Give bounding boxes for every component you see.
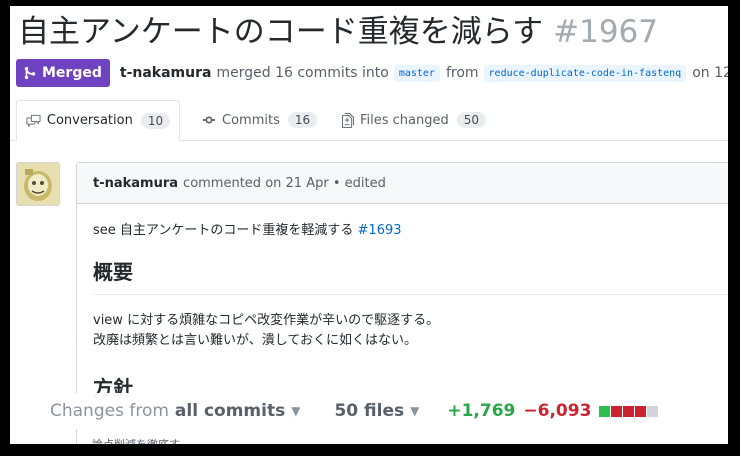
tab-conversation-label: Conversation: [46, 113, 133, 128]
pr-tabs: Conversation 10 Commits 16 Files changed…: [10, 100, 728, 141]
additions-count: +1,769: [447, 401, 516, 421]
pr-meta: Merged t-nakamura merged 16 commits into…: [16, 59, 728, 87]
comment-author-link[interactable]: t-nakamura: [93, 176, 178, 191]
caret-down-icon[interactable]: ▼: [291, 404, 300, 418]
merge-text-1: merged 16 commits into: [216, 65, 389, 81]
merged-label: Merged: [42, 65, 102, 81]
tab-files-label: Files changed: [360, 112, 449, 128]
pr-title: 自主アンケートのコード重複を減らす: [18, 14, 544, 50]
see-text: see 自主アンケートのコード重複を軽減する: [93, 223, 354, 238]
git-commit-icon: [202, 113, 216, 127]
diffstat-block: [599, 405, 611, 417]
issue-link[interactable]: #1693: [358, 223, 402, 238]
pr-number: #1967: [553, 14, 659, 50]
tab-conversation[interactable]: Conversation 10: [16, 100, 180, 141]
heading-overview: 概要: [93, 259, 728, 295]
comment-header: t-nakamura commented on 21 Apr • edited: [77, 163, 728, 204]
tab-files-changed[interactable]: Files changed 50: [342, 100, 487, 140]
avatar[interactable]: [16, 162, 60, 206]
page: 自主アンケートのコード重複を減らす #1967 Merged t-nakamura…: [10, 6, 728, 444]
diffstat-block: [611, 405, 623, 417]
pr-author-link[interactable]: t-nakamura: [120, 65, 212, 81]
diff-summary-bar: Changes from all commits ▼ 50 files ▼ +1…: [10, 393, 728, 429]
files-select[interactable]: 50 files: [334, 401, 404, 421]
merged-badge: Merged: [16, 59, 110, 87]
diffstat-block: [647, 405, 659, 417]
head-branch[interactable]: reduce-duplicate-code-in-fastenq: [483, 64, 687, 82]
see-line: see 自主アンケートのコード重複を軽減する #1693: [93, 221, 728, 241]
diffstat-block: [635, 405, 647, 417]
git-merge-icon: [24, 66, 36, 80]
diffstat-bar: [599, 405, 659, 417]
merge-text-2: from: [445, 65, 479, 81]
deletions-count: −6,093: [523, 401, 592, 421]
overview-line-2: 改廃は頻繁とは言い難いが、潰しておくに如くはない。: [93, 333, 417, 348]
pr-title-row: 自主アンケートのコード重複を減らす #1967: [18, 12, 658, 52]
overview-line-1: view に対する煩雑なコピペ改変作業が辛いので駆逐する。: [93, 313, 440, 328]
tab-files-count: 50: [456, 112, 487, 128]
commit-range-select[interactable]: all commits: [175, 401, 285, 421]
base-branch[interactable]: master: [393, 64, 440, 82]
comment-discussion-icon: [26, 114, 41, 128]
tab-commits-count: 16: [287, 112, 318, 128]
diffstat-block: [623, 405, 635, 417]
merge-text-3: on 12 May: [692, 65, 728, 81]
tab-commits[interactable]: Commits 16: [202, 100, 318, 140]
comment-meta: commented on 21 Apr • edited: [183, 175, 386, 191]
tab-commits-label: Commits: [222, 112, 280, 128]
comment-body: see 自主アンケートのコード重複を軽減する #1693 概要 view に対す…: [77, 221, 728, 410]
tab-conversation-count: 10: [140, 112, 171, 129]
changes-from-label: Changes from: [50, 401, 169, 421]
file-diff-icon: [342, 112, 354, 128]
caret-down-icon[interactable]: ▼: [410, 404, 419, 418]
partial-text: 論点削減を徹底す...: [92, 436, 191, 444]
